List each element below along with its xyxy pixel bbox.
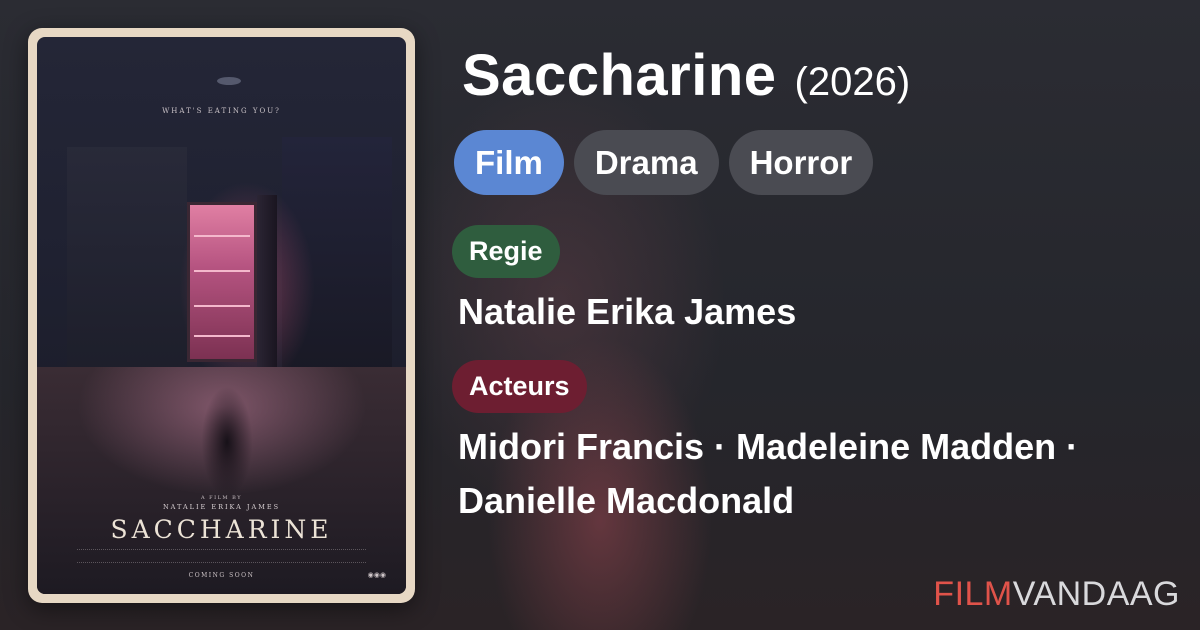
poster-credit-name: NATALIE ERIKA JAMES (162, 503, 281, 511)
genre-chips: Film Drama Horror (454, 130, 874, 195)
actors-line-2[interactable]: Danielle Macdonald (458, 474, 1178, 528)
actors-badge: Acteurs (452, 360, 587, 413)
poster-billing-block (77, 549, 366, 563)
genre-chip-drama[interactable]: Drama (573, 130, 719, 195)
ceiling-light (217, 77, 241, 85)
poster-image: WHAT'S EATING YOU? A FILM BY NATALIE ERI… (37, 37, 406, 594)
movie-poster[interactable]: WHAT'S EATING YOU? A FILM BY NATALIE ERI… (28, 28, 415, 603)
poster-tagline: WHAT'S EATING YOU? (162, 107, 281, 115)
open-fridge (187, 202, 257, 362)
logo-vandaag-part: VANDAAG (1012, 575, 1180, 613)
actors-line-1[interactable]: Midori Francis · Madeleine Madden · (458, 420, 1178, 474)
genre-chip-film[interactable]: Film (454, 130, 564, 195)
director-badge: Regie (452, 225, 560, 278)
figure-shadow (197, 377, 257, 507)
genre-chip-horror[interactable]: Horror (728, 130, 874, 195)
poster-credit-prefix: A FILM BY (200, 495, 243, 501)
poster-rating-icons: ◉◉◉ (367, 572, 386, 579)
director-name[interactable]: Natalie Erika James (458, 285, 796, 339)
title-row: Saccharine (2026) (462, 42, 910, 109)
poster-coming-soon: COMING SOON (188, 572, 255, 579)
actors-list: Midori Francis · Madeleine Madden · Dani… (458, 420, 1178, 528)
logo-film-part: FILM (933, 575, 1013, 613)
filmvandaag-logo[interactable]: FILMVANDAAG (933, 575, 1180, 614)
poster-title: SACCHARINE (110, 515, 333, 544)
movie-year: (2026) (794, 60, 911, 104)
fridge-door (257, 195, 277, 370)
movie-title: Saccharine (462, 43, 777, 108)
